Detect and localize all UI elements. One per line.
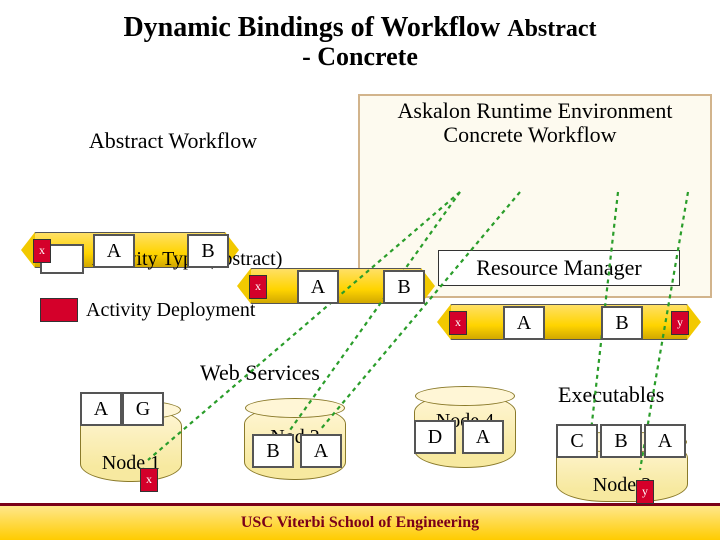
activity-A: A — [644, 424, 686, 458]
legend-activity-type: Activity Type (abstract) — [40, 244, 282, 274]
web-services-label: Web Services — [200, 360, 320, 386]
subtitle: - Concrete — [0, 42, 720, 72]
deploy-slot: x — [249, 275, 267, 299]
activity-B: B — [383, 270, 425, 304]
activity-A: A — [462, 420, 504, 454]
footer-bar: USC Viterbi School of Engineering — [0, 506, 720, 540]
activity-B: B — [187, 234, 229, 268]
activity-C: C — [556, 424, 598, 458]
activity-D: D — [414, 420, 456, 454]
legend-activity-deploy: Activity Deployment — [40, 298, 255, 322]
concrete-workflow-label: Concrete Workflow — [400, 122, 660, 148]
activity-A: A — [503, 306, 545, 340]
executables-label: Executables — [558, 382, 664, 408]
legend-box-red — [40, 298, 78, 322]
deploy-slot: x — [33, 239, 51, 263]
node-label: Node 1 — [81, 452, 181, 475]
activity-A: A — [80, 392, 122, 426]
activity-A: A — [93, 234, 135, 268]
activity-B: B — [601, 306, 643, 340]
resource-manager-box: Resource Manager — [438, 250, 680, 286]
pipe-concrete: x A B y — [450, 304, 688, 340]
deploy-slot: x — [140, 468, 158, 492]
deploy-slot: y — [671, 311, 689, 335]
activity-G: G — [122, 392, 164, 426]
abstract-workflow-label: Abstract Workflow — [58, 128, 288, 154]
activity-A: A — [300, 434, 342, 468]
runtime-label: Askalon Runtime Environment — [370, 98, 700, 124]
deploy-slot: y — [636, 480, 654, 504]
activity-B: B — [252, 434, 294, 468]
page-title: Dynamic Bindings of Workflow Abstract — [0, 0, 720, 44]
deploy-slot: x — [449, 311, 467, 335]
activity-B: B — [600, 424, 642, 458]
activity-A: A — [297, 270, 339, 304]
node-label: Node 3 — [557, 474, 687, 497]
